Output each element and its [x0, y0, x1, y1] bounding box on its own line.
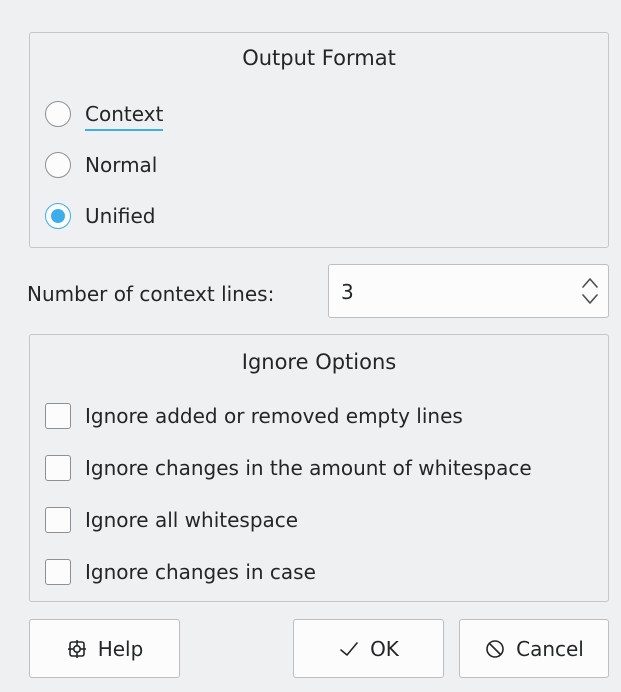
spin-up-down-icon[interactable]: [580, 274, 600, 308]
output-format-title: Output Format: [242, 46, 396, 70]
checkbox-ignore-empty-lines[interactable]: Ignore added or removed empty lines: [45, 400, 463, 432]
radio-context-button[interactable]: [45, 101, 71, 127]
radio-unified[interactable]: Unified: [45, 200, 155, 232]
checkbox-ignore-case-label[interactable]: Ignore changes in case: [85, 559, 316, 585]
checkbox-ignore-empty-lines-label[interactable]: Ignore added or removed empty lines: [85, 403, 463, 429]
checkbox-ignore-case[interactable]: Ignore changes in case: [45, 556, 316, 588]
radio-normal-label[interactable]: Normal: [85, 152, 157, 178]
context-lines-spinbox[interactable]: 3: [328, 264, 609, 318]
radio-normal[interactable]: Normal: [45, 149, 157, 181]
checkbox-ignore-empty-lines-box[interactable]: [45, 403, 71, 429]
context-lines-value[interactable]: 3: [341, 279, 354, 305]
checkbox-ignore-whitespace-amount-box[interactable]: [45, 455, 71, 481]
help-lifebuoy-icon: [66, 638, 88, 660]
ok-button-label[interactable]: OK: [370, 637, 399, 661]
radio-unified-label[interactable]: Unified: [85, 203, 155, 229]
checkbox-ignore-all-whitespace[interactable]: Ignore all whitespace: [45, 504, 298, 536]
help-button-label[interactable]: Help: [98, 637, 144, 661]
checkmark-icon: [338, 638, 360, 660]
checkbox-ignore-whitespace-amount-label[interactable]: Ignore changes in the amount of whitespa…: [85, 455, 532, 481]
radio-unified-button[interactable]: [45, 203, 71, 229]
checkbox-ignore-all-whitespace-label[interactable]: Ignore all whitespace: [85, 507, 298, 533]
ok-button[interactable]: OK: [293, 619, 444, 678]
checkbox-ignore-all-whitespace-box[interactable]: [45, 507, 71, 533]
ignore-options-group: Ignore Options Ignore added or removed e…: [29, 334, 609, 602]
ignore-options-title: Ignore Options: [241, 350, 397, 374]
radio-context[interactable]: Context: [45, 98, 164, 131]
checkbox-ignore-whitespace-amount[interactable]: Ignore changes in the amount of whitespa…: [45, 452, 532, 484]
radio-normal-button[interactable]: [45, 152, 71, 178]
checkbox-ignore-case-box[interactable]: [45, 559, 71, 585]
radio-context-label[interactable]: Context: [85, 101, 164, 131]
cancel-button-label[interactable]: Cancel: [516, 637, 584, 661]
cancel-circle-icon: [484, 638, 506, 660]
help-button[interactable]: Help: [29, 619, 180, 678]
context-lines-label: Number of context lines:: [27, 282, 275, 306]
output-format-group: Output Format Context Normal Unified: [29, 32, 609, 248]
cancel-button[interactable]: Cancel: [459, 619, 609, 678]
